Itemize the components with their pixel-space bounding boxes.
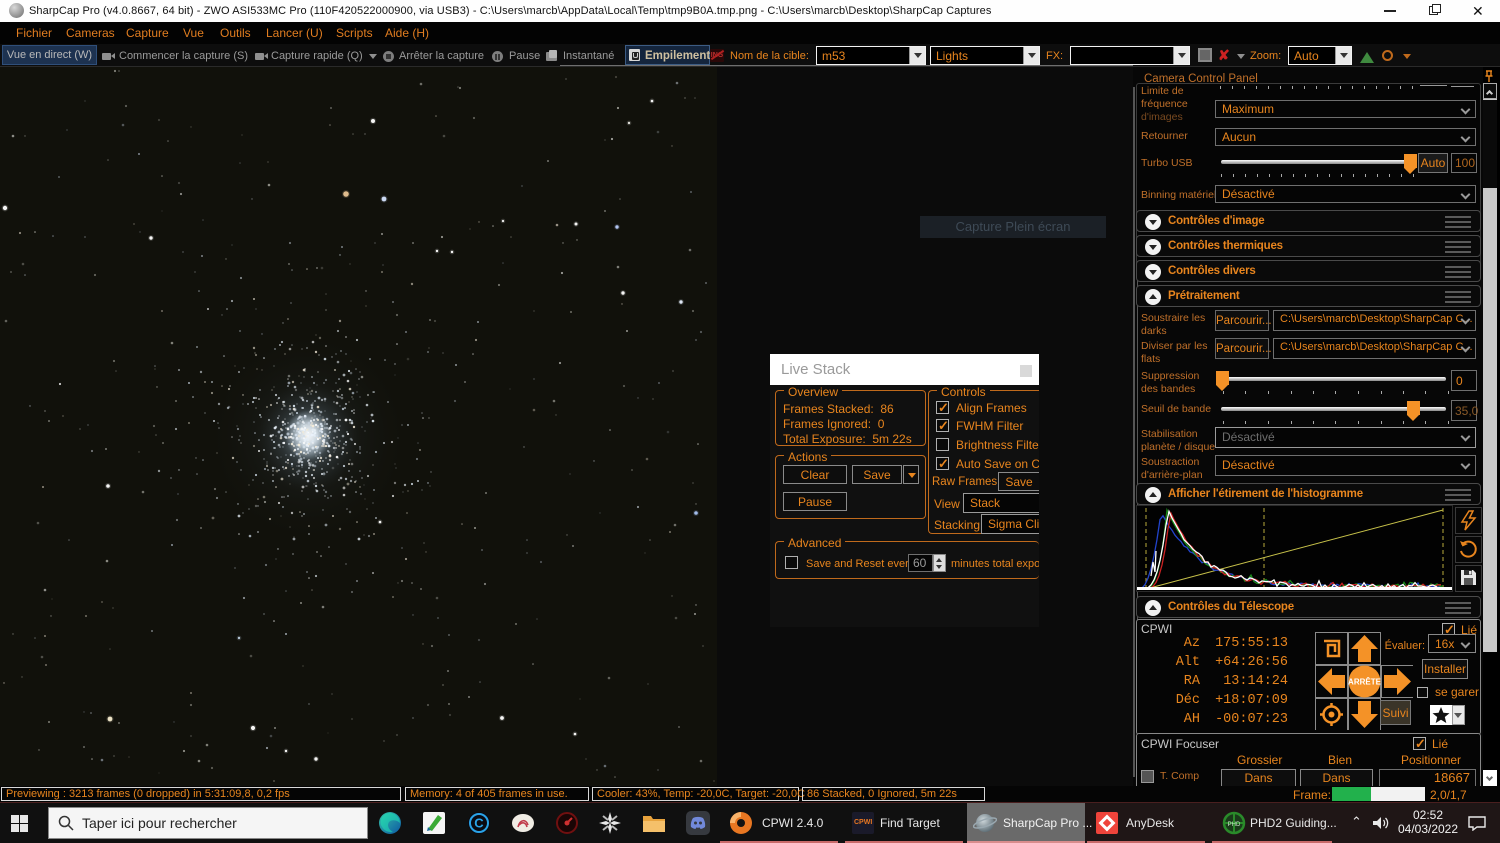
- svg-text:PHD: PHD: [1228, 822, 1241, 828]
- svg-text:C: C: [474, 816, 484, 831]
- svg-text:ARRÊTE: ARRÊTE: [1348, 678, 1382, 687]
